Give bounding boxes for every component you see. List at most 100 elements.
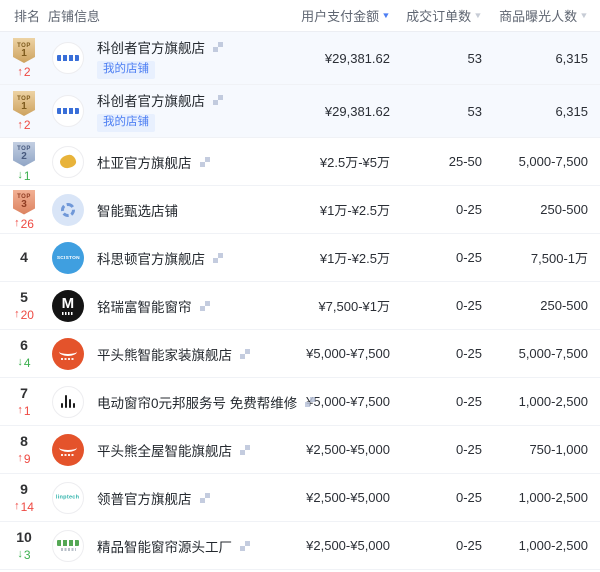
payment-amount-value: ¥2,500-¥5,000 [262,490,390,505]
store-text: 智能甄选店铺 [97,200,178,220]
table-header: 排名 店铺信息 用户支付金额 ▼ 成交订单数 ▼ 商品曝光人数 ▼ [0,0,600,32]
my-store-tag: 我的店铺 [97,61,155,79]
store-logo [52,386,84,418]
exposure-count-value: 7,500-1万 [482,248,588,267]
column-header-exposure-count[interactable]: 商品曝光人数 ▼ [482,6,588,25]
store-name: 科创者官方旗舰店 [97,37,205,57]
store-info-cell: 平头熊智能家装旗舰店 [48,338,262,370]
exposure-count-value: 5,000-7,500 [482,154,588,169]
rank-change-value: 14 [21,501,34,513]
store-ranking-table: 排名 店铺信息 用户支付金额 ▼ 成交订单数 ▼ 商品曝光人数 ▼ TOP 1 … [0,0,600,570]
store-info-cell: linptech 领普官方旗舰店 [48,482,262,514]
payment-amount-value: ¥5,000-¥7,500 [262,394,390,409]
rank-change-value: 2 [24,119,31,131]
sort-desc-icon[interactable]: ▼ [381,12,390,20]
table-row[interactable]: TOP 1 ↑ 2 科创者官方旗舰店 我的店铺 ¥29,381.62 53 6,… [0,85,600,138]
store-logo [52,146,84,178]
store-name: 平头熊全屋智能旗舰店 [97,440,232,460]
store-detail-qr-icon[interactable] [240,445,250,455]
store-text: 精品智能窗帘源头工厂 [97,536,250,556]
store-info-cell: 电动窗帘0元邦服务号 免费帮维修 [48,386,262,418]
rank-change-value: 3 [24,549,31,561]
rank-change-arrow-icon: ↑ [17,67,23,78]
rank-number: 4 [20,250,28,265]
rank-cell: TOP 1 ↑ 2 [0,91,48,131]
table-row[interactable]: 6 ↓ 4 平头熊智能家装旗舰店 ¥5,000-¥7,500 0-25 5,00… [0,330,600,378]
store-detail-qr-icon[interactable] [213,95,223,105]
rank-change: ↑ 14 [14,501,34,513]
table-row[interactable]: 5 ↑ 20 M 铭瑞富智能窗帘 ¥7,500-¥1万 0-25 250-500 [0,282,600,330]
table-row[interactable]: 10 ↓ 3 精品智能窗帘源头工厂 ¥2,500-¥5,000 0-25 1,0… [0,522,600,570]
rank-change: ↑ 2 [17,66,30,78]
rank-cell: 7 ↑ 1 [0,386,48,416]
column-header-label: 成交订单数 [406,6,471,25]
store-info-cell: 杜亚官方旗舰店 [48,146,262,178]
order-count-value: 53 [390,104,482,119]
store-info-cell: 科创者官方旗舰店 我的店铺 [48,90,262,132]
rank-change: ↑ 9 [17,453,30,465]
table-row[interactable]: TOP 3 ↑ 26 智能甄选店铺 ¥1万-¥2.5万 0-25 250-500 [0,186,600,234]
rank-number: 8 [20,434,28,449]
order-count-value: 0-25 [390,538,482,553]
exposure-count-value: 1,000-2,500 [482,538,588,553]
order-count-value: 0-25 [390,250,482,265]
rank-change: ↑ 26 [14,218,34,230]
payment-amount-value: ¥2.5万-¥5万 [262,152,390,171]
store-detail-qr-icon[interactable] [200,157,210,167]
rank-change-value: 9 [24,453,31,465]
store-text: 领普官方旗舰店 [97,488,210,508]
store-name: 智能甄选店铺 [97,200,178,220]
rank-change-value: 20 [21,309,34,321]
rank-change: ↑ 1 [17,405,30,417]
store-detail-qr-icon[interactable] [305,397,315,407]
store-detail-qr-icon[interactable] [213,42,223,52]
sort-icon[interactable]: ▼ [579,12,588,20]
store-info-cell: 精品智能窗帘源头工厂 [48,530,262,562]
table-row[interactable]: TOP 1 ↑ 2 科创者官方旗舰店 我的店铺 ¥29,381.62 53 6,… [0,32,600,85]
rank-number: 6 [20,338,28,353]
order-count-value: 0-25 [390,298,482,313]
table-row[interactable]: 8 ↑ 9 平头熊全屋智能旗舰店 ¥2,500-¥5,000 0-25 750-… [0,426,600,474]
table-row[interactable]: TOP 2 ↓ 1 杜亚官方旗舰店 ¥2.5万-¥5万 25-50 5,000-… [0,138,600,186]
store-name: 科创者官方旗舰店 [97,90,205,110]
column-header-order-count[interactable]: 成交订单数 ▼ [390,6,482,25]
rank-change-arrow-icon: ↑ [17,453,23,464]
order-count-value: 0-25 [390,394,482,409]
rank-cell: 5 ↑ 20 [0,290,48,320]
store-detail-qr-icon[interactable] [200,493,210,503]
store-detail-qr-icon[interactable] [240,541,250,551]
column-header-payment-amount[interactable]: 用户支付金额 ▼ [262,6,390,25]
store-detail-qr-icon[interactable] [240,349,250,359]
store-text: 科创者官方旗舰店 我的店铺 [97,90,223,132]
rank-change-value: 1 [24,170,31,182]
store-name: 科思顿官方旗舰店 [97,248,205,268]
column-header-store-info: 店铺信息 [48,6,262,25]
rank-change-arrow-icon: ↑ [17,405,23,416]
store-name: 精品智能窗帘源头工厂 [97,536,232,556]
store-info-cell: 平头熊全屋智能旗舰店 [48,434,262,466]
rank-change-value: 26 [21,218,34,230]
rank-cell: TOP 3 ↑ 26 [0,190,48,230]
store-name: 领普官方旗舰店 [97,488,192,508]
store-detail-qr-icon[interactable] [213,253,223,263]
store-detail-qr-icon[interactable] [200,301,210,311]
rank-number: 9 [20,482,28,497]
rank-change-value: 2 [24,66,31,78]
order-count-value: 0-25 [390,346,482,361]
exposure-count-value: 750-1,000 [482,442,588,457]
rank-change-arrow-icon: ↑ [14,501,20,512]
exposure-count-value: 1,000-2,500 [482,490,588,505]
sort-icon[interactable]: ▼ [473,12,482,20]
store-name: 杜亚官方旗舰店 [97,152,192,172]
store-text: 平头熊智能家装旗舰店 [97,344,250,364]
badge-rank-number: 1 [21,102,27,112]
table-row[interactable]: 4 SCISTON 科思顿官方旗舰店 ¥1万-¥2.5万 0-25 7,500-… [0,234,600,282]
exposure-count-value: 5,000-7,500 [482,346,588,361]
payment-amount-value: ¥1万-¥2.5万 [262,248,390,267]
rank-cell: 9 ↑ 14 [0,482,48,512]
table-row[interactable]: 9 ↑ 14 linptech 领普官方旗舰店 ¥2,500-¥5,000 0-… [0,474,600,522]
rank-change: ↓ 3 [17,549,30,561]
store-logo: linptech [52,482,84,514]
table-row[interactable]: 7 ↑ 1 电动窗帘0元邦服务号 免费帮维修 ¥5,000-¥7,500 0-2… [0,378,600,426]
rank-cell: 10 ↓ 3 [0,530,48,560]
